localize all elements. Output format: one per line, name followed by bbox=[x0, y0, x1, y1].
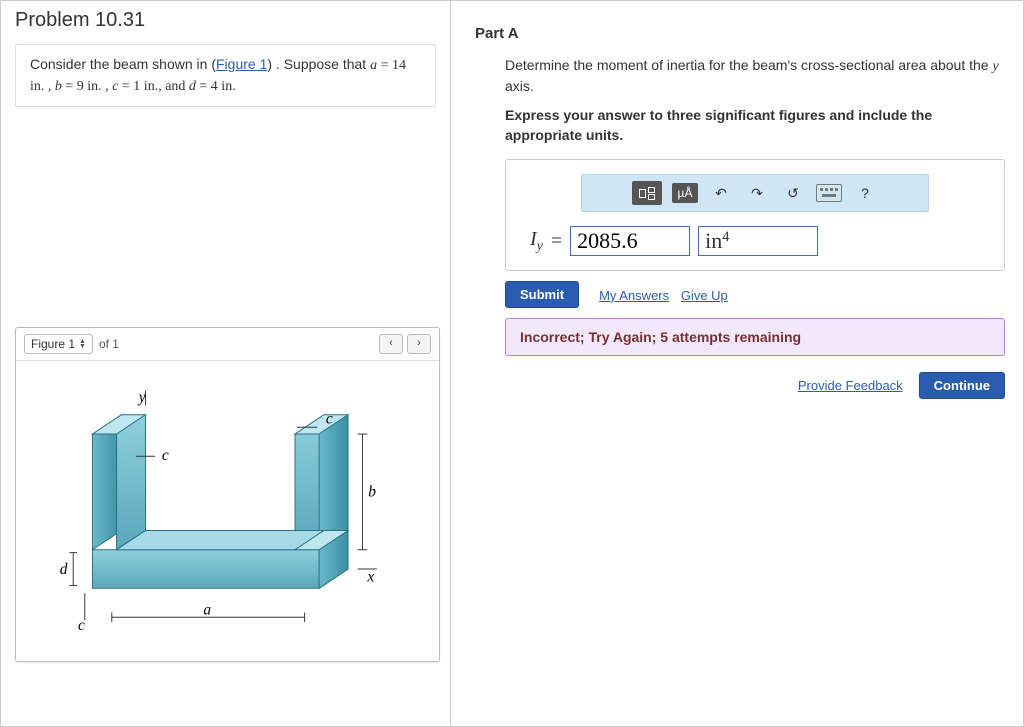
dim-c-left-label: c bbox=[162, 447, 169, 464]
part-a-question: Determine the moment of inertia for the … bbox=[505, 56, 1009, 96]
figure-prev-button[interactable]: ‹ bbox=[379, 334, 403, 354]
part-a-instructions: Express your answer to three significant… bbox=[505, 106, 1009, 145]
q-pre: Determine the moment of inertia for the … bbox=[505, 57, 992, 73]
problem-title: Problem 10.31 bbox=[15, 9, 450, 32]
part-a-title: Part A bbox=[475, 25, 1009, 42]
feedback-message: Incorrect; Try Again; 5 attempts remaini… bbox=[505, 318, 1005, 356]
dim-d-label: d bbox=[60, 561, 68, 578]
dim-c-depth-label: c bbox=[78, 617, 85, 634]
q-post: axis. bbox=[505, 78, 534, 94]
answer-toolbar: µÅ ↶ ↷ ↺ ? bbox=[581, 174, 929, 212]
help-icon[interactable]: ? bbox=[852, 181, 878, 205]
val-d: = 4 in. bbox=[196, 79, 236, 94]
keyboard-icon[interactable] bbox=[816, 184, 842, 202]
lhs: Iy bbox=[530, 228, 543, 255]
lhs-sub: y bbox=[537, 239, 543, 254]
inst-text: Express your answer to three significant… bbox=[505, 107, 932, 143]
continue-button[interactable]: Continue bbox=[919, 372, 1005, 399]
answer-value-input[interactable] bbox=[570, 226, 690, 256]
axis-x-label: x bbox=[366, 569, 374, 586]
figure-count: of 1 bbox=[99, 337, 119, 351]
provide-feedback-link[interactable]: Provide Feedback bbox=[798, 378, 903, 393]
dim-c-right-label: c bbox=[326, 411, 333, 428]
dim-a-label: a bbox=[203, 602, 211, 619]
val-b: = 9 in. , bbox=[62, 79, 112, 94]
answer-panel: µÅ ↶ ↷ ↺ ? Iy = in4 bbox=[505, 159, 1005, 271]
answer-row: Iy = in4 bbox=[530, 226, 990, 256]
redo-icon[interactable]: ↷ bbox=[744, 181, 770, 205]
var-b: b bbox=[55, 79, 62, 94]
figure-link[interactable]: Figure 1 bbox=[216, 56, 267, 72]
figure-selector-label: Figure 1 bbox=[31, 337, 75, 351]
lhs-var: I bbox=[530, 228, 537, 250]
give-up-link[interactable]: Give Up bbox=[681, 288, 728, 303]
figure-next-button[interactable]: › bbox=[407, 334, 431, 354]
equals: = bbox=[551, 230, 562, 253]
dim-b-label: b bbox=[368, 484, 376, 501]
answer-unit-input[interactable]: in4 bbox=[698, 226, 818, 256]
intro-text-2: ) . Suppose that bbox=[267, 56, 370, 72]
unit-exp: 4 bbox=[722, 229, 729, 246]
submit-button[interactable]: Submit bbox=[505, 281, 579, 308]
template-tool[interactable] bbox=[632, 181, 662, 205]
figure-selector[interactable]: Figure 1 ▲▼ bbox=[24, 334, 93, 354]
my-answers-link[interactable]: My Answers bbox=[599, 288, 669, 303]
units-tool[interactable]: µÅ bbox=[672, 183, 698, 203]
val-c: = 1 in., and bbox=[118, 79, 189, 94]
figure-panel: Figure 1 ▲▼ of 1 ‹ › bbox=[15, 327, 440, 662]
unit-base: in bbox=[705, 228, 722, 254]
problem-statement: Consider the beam shown in (Figure 1) . … bbox=[15, 44, 436, 107]
intro-text-1: Consider the beam shown in ( bbox=[30, 56, 216, 72]
q-var: y bbox=[992, 59, 998, 74]
var-d: d bbox=[189, 79, 196, 94]
undo-icon[interactable]: ↶ bbox=[708, 181, 734, 205]
axis-y-label: y bbox=[137, 389, 146, 406]
figure-image: y x a b c bbox=[16, 361, 439, 661]
reset-icon[interactable]: ↺ bbox=[780, 181, 806, 205]
stepper-icon: ▲▼ bbox=[79, 339, 86, 349]
